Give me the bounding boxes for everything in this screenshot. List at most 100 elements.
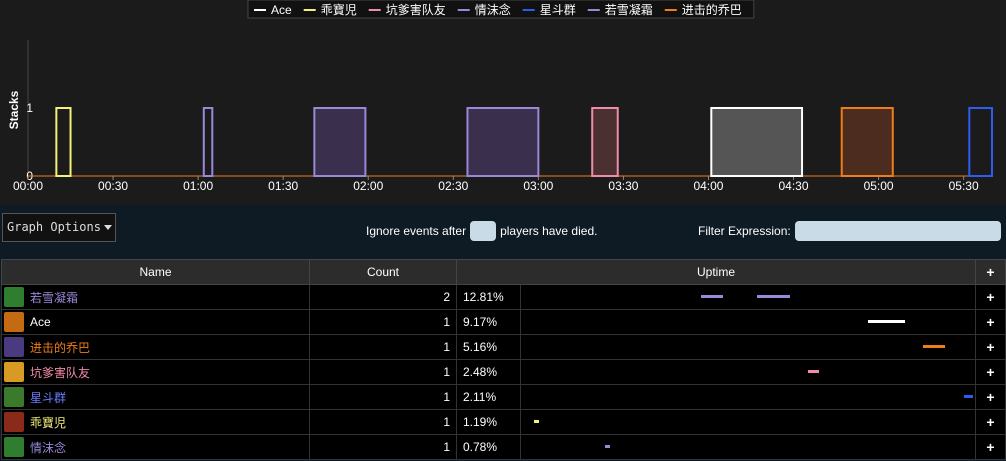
count-cell: 1 [309, 334, 457, 360]
expand-row-button[interactable]: + [975, 409, 1006, 435]
x-tick-label: 01:00 [183, 179, 213, 193]
player-name[interactable]: 情沫念 [30, 439, 66, 456]
class-icon [4, 337, 24, 357]
filter-expression-control: Filter Expression: [698, 221, 1001, 241]
count-column-header[interactable]: Count [309, 259, 457, 285]
expand-all-button[interactable]: + [975, 259, 1006, 285]
player-name[interactable]: 乖寶児 [30, 414, 66, 431]
player-name-cell: 星斗群 [1, 384, 310, 410]
player-name[interactable]: 若雪凝霜 [30, 289, 78, 306]
count-cell: 1 [309, 384, 457, 410]
table-row[interactable]: 进击的乔巴 1 5.16% + [1, 334, 1006, 360]
class-icon [4, 312, 24, 332]
class-icon [4, 387, 24, 407]
legend-label: 情沫念 [475, 2, 511, 17]
uptime-timeline-cell [519, 284, 977, 310]
uptime-segment [756, 295, 791, 298]
uptime-timeline-cell [519, 384, 977, 410]
x-tick-label: 04:00 [693, 179, 723, 193]
uptime-segment [604, 445, 610, 448]
uptime-segment [868, 320, 906, 323]
table-row[interactable]: 坑爹害队友 1 2.48% + [1, 359, 1006, 385]
uptime-segment [922, 345, 946, 348]
table-row[interactable]: Ace 1 9.17% + [1, 309, 1006, 335]
table-row[interactable]: 情沫念 1 0.78% + [1, 434, 1006, 460]
class-icon [4, 287, 24, 307]
y-tick-label: 1 [26, 101, 33, 115]
expand-row-button[interactable]: + [975, 434, 1006, 460]
count-cell: 1 [309, 359, 457, 385]
uptime-column-header[interactable]: Uptime [455, 259, 977, 285]
graph-options-button[interactable]: Graph Options [2, 213, 116, 242]
uptime-segment [963, 395, 973, 398]
player-name[interactable]: 星斗群 [30, 389, 66, 406]
x-tick-label: 03:30 [608, 179, 638, 193]
x-tick-label: 02:00 [353, 179, 383, 193]
uptime-percent: 12.81% [456, 284, 521, 310]
count-cell: 1 [309, 309, 457, 335]
uptime-percent: 1.19% [456, 409, 521, 435]
uptime-timeline-cell [519, 359, 977, 385]
legend-label: 坑爹害队友 [386, 2, 446, 17]
x-tick-label: 00:00 [13, 179, 43, 193]
table-header-row: Name Count Uptime + [1, 259, 1006, 285]
legend-label: Ace [271, 3, 292, 17]
name-column-header[interactable]: Name [1, 259, 310, 285]
uptime-table: Name Count Uptime + 若雪凝霜 2 12.81% + Ace … [1, 259, 1006, 460]
x-tick-label: 05:00 [864, 179, 894, 193]
count-cell: 1 [309, 434, 457, 460]
uptime-percent: 2.11% [456, 384, 521, 410]
y-axis-label: Stacks [7, 90, 21, 129]
x-tick-label: 04:30 [779, 179, 809, 193]
table-row[interactable]: 若雪凝霜 2 12.81% + [1, 284, 1006, 310]
series-bar [840, 107, 894, 177]
series-bar [710, 107, 804, 177]
series-bar [202, 107, 214, 177]
ignore-events-label: Ignore events after [366, 224, 467, 238]
series-bar [313, 107, 367, 177]
x-tick-label: 05:30 [949, 179, 979, 193]
player-name-cell: 乖寶児 [1, 409, 310, 435]
caret-down-icon [103, 225, 112, 230]
uptime-percent: 2.48% [456, 359, 521, 385]
player-name[interactable]: 进击的乔巴 [30, 339, 90, 356]
player-name-cell: 进击的乔巴 [1, 334, 310, 360]
died-players-input[interactable] [470, 221, 497, 241]
series-bar [968, 107, 993, 177]
count-cell: 2 [309, 284, 457, 310]
player-name[interactable]: Ace [30, 315, 51, 329]
player-name[interactable]: 坑爹害队友 [30, 364, 90, 381]
series-bar [466, 107, 540, 177]
filter-expression-label: Filter Expression: [698, 224, 791, 238]
graph-options-label: Graph Options [7, 220, 101, 234]
player-name-cell: Ace [1, 309, 310, 335]
expand-row-button[interactable]: + [975, 309, 1006, 335]
player-name-cell: 情沫念 [1, 434, 310, 460]
count-cell: 1 [309, 409, 457, 435]
x-tick-label: 00:30 [98, 179, 128, 193]
uptime-percent: 0.78% [456, 434, 521, 460]
table-row[interactable]: 星斗群 1 2.11% + [1, 384, 1006, 410]
uptime-segment [808, 370, 819, 373]
expand-row-button[interactable]: + [975, 384, 1006, 410]
series-bar [591, 107, 619, 177]
stacks-chart: Stacks 0 1 00:00 00:30 01:00 01:30 02:00 02:30 03… [0, 0, 1006, 205]
ignore-events-control: Ignore events after players have died. [366, 221, 597, 241]
uptime-percent: 5.16% [456, 334, 521, 360]
x-tick-label: 03:00 [523, 179, 553, 193]
legend-label: 乖寶児 [321, 2, 357, 17]
expand-row-button[interactable]: + [975, 284, 1006, 310]
legend-label: 星斗群 [540, 3, 576, 17]
legend-label: 若雪凝霜 [605, 2, 653, 17]
ignore-events-suffix: players have died. [500, 224, 598, 238]
class-icon [4, 412, 24, 432]
expand-row-button[interactable]: + [975, 359, 1006, 385]
expand-row-button[interactable]: + [975, 334, 1006, 360]
uptime-percent: 9.17% [456, 309, 521, 335]
uptime-timeline-cell [519, 309, 977, 335]
table-row[interactable]: 乖寶児 1 1.19% + [1, 409, 1006, 435]
uptime-timeline-cell [519, 334, 977, 360]
legend-label: 进击的乔巴 [682, 2, 742, 17]
filter-expression-input[interactable] [794, 221, 1001, 241]
uptime-timeline-cell [519, 409, 977, 435]
